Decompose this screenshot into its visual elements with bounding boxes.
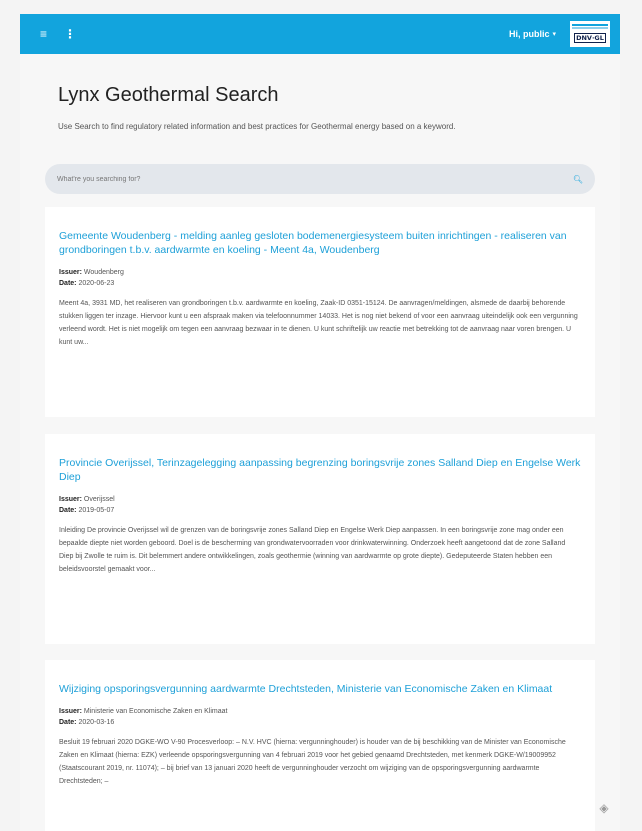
main-content: Lynx Geothermal Search Use Search to fin… <box>20 54 620 831</box>
diamond-nav-icon[interactable]: ◈ <box>596 800 612 816</box>
issuer-label: Issuer: <box>59 496 82 503</box>
result-excerpt: Inleiding De provincie Overijssel wil de… <box>59 527 566 573</box>
date-value: 2020-06-23 <box>78 280 115 287</box>
issuer-label: Issuer: <box>59 269 82 276</box>
issuer-value: Overijssel <box>83 496 115 503</box>
date-value: 2019-05-07 <box>78 507 115 514</box>
result-title-link[interactable]: Provincie Overijssel, Terinzagelegging a… <box>59 456 581 484</box>
result-date: Date: 2020-03-16 <box>59 717 581 728</box>
search-bar: 🔍︎ <box>45 164 595 194</box>
issuer-value: Woudenberg <box>83 269 124 276</box>
date-value: 2020-03-16 <box>78 719 115 726</box>
hamburger-menu-icon[interactable]: ≡ <box>40 27 54 41</box>
issuer-value: Ministerie van Economische Zaken en Klim… <box>83 708 228 715</box>
date-label: Date: <box>59 280 77 287</box>
result-title-link[interactable]: Wijziging opsporingsvergunning aardwarmt… <box>59 682 581 696</box>
result-card: Gemeente Woudenberg - melding aanleg ges… <box>45 207 595 417</box>
result-issuer: Issuer: Ministerie van Economische Zaken… <box>59 706 581 717</box>
result-issuer: Issuer: Woudenberg <box>59 267 581 278</box>
top-navbar: ≡ ⋮ Hi, public ▾ DNV·GL <box>20 14 620 54</box>
search-input[interactable] <box>57 175 573 183</box>
result-title-link[interactable]: Gemeente Woudenberg - melding aanleg ges… <box>59 229 581 257</box>
dnv-gl-logo: DNV·GL <box>570 21 610 47</box>
page-subtitle: Use Search to find regulatory related in… <box>58 122 456 131</box>
logo-wave-stripe <box>572 27 608 29</box>
page-title: Lynx Geothermal Search <box>58 84 279 106</box>
result-issuer: Issuer: Overijssel <box>59 494 581 505</box>
result-excerpt: Meent 4a, 3931 MD, het realiseren van gr… <box>59 300 578 346</box>
chevron-down-icon: ▾ <box>552 31 556 38</box>
result-date: Date: 2020-06-23 <box>59 278 581 289</box>
date-label: Date: <box>59 719 77 726</box>
search-icon[interactable]: 🔍︎ <box>573 175 583 184</box>
result-date: Date: 2019-05-07 <box>59 505 581 516</box>
user-menu-dropdown[interactable]: Hi, public ▾ <box>509 29 556 39</box>
result-card: Wijziging opsporingsvergunning aardwarmt… <box>45 660 595 831</box>
user-greeting: Hi, public <box>508 29 550 39</box>
vertical-dots-icon[interactable]: ⋮ <box>64 27 76 41</box>
logo-wave-stripe <box>572 24 608 26</box>
date-label: Date: <box>59 507 77 514</box>
result-excerpt: Besluit 19 februari 2020 DGKE-WO V-90 Pr… <box>59 739 566 785</box>
result-card: Provincie Overijssel, Terinzagelegging a… <box>45 434 595 644</box>
logo-text: DNV·GL <box>574 33 606 43</box>
issuer-label: Issuer: <box>59 708 82 715</box>
